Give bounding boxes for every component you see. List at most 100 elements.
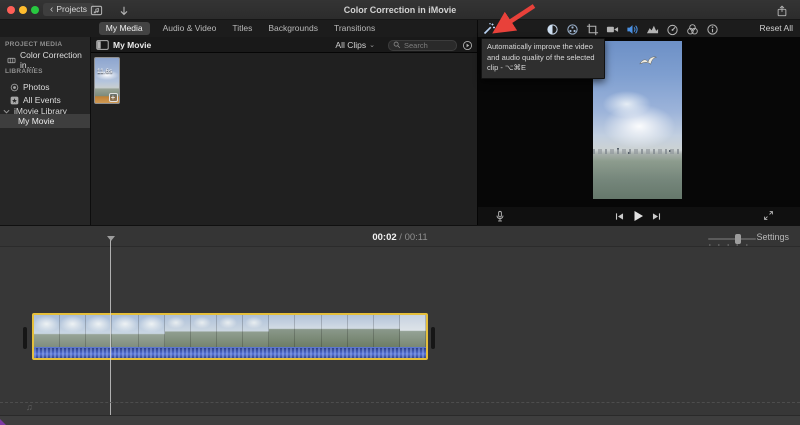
- filmstrip-frame: [373, 315, 400, 347]
- sidebar-item-project[interactable]: Color Correction in…: [7, 50, 90, 70]
- sidebar-item-my-movie[interactable]: My Movie: [0, 114, 90, 128]
- tab-transitions[interactable]: Transitions: [331, 22, 378, 35]
- time-display: 00:02 / 00:11: [0, 232, 800, 243]
- adjust-icons-group: [545, 22, 719, 36]
- clip-duration-badge: 11.6s: [97, 68, 113, 75]
- next-frame-button[interactable]: [651, 211, 662, 222]
- color-correction-icon[interactable]: [565, 22, 579, 36]
- filmstrip-frame: [321, 315, 348, 347]
- timeline-toolbar: 00:02 / 00:11 Settings: [0, 225, 800, 247]
- imovie-window: ‹ Projects Color Correction in iMovie My…: [0, 0, 800, 425]
- adjust-toolbar: Reset All: [477, 20, 800, 37]
- media-browser-panel: My Movie All Clips ⌄ 11.6s +: [91, 37, 477, 225]
- close-window-button[interactable]: [7, 6, 15, 14]
- media-tab-bar: My Media Audio & Video Titles Background…: [0, 20, 477, 37]
- tab-titles[interactable]: Titles: [229, 22, 255, 35]
- reset-all-button[interactable]: Reset All: [759, 23, 793, 33]
- slider-thumb[interactable]: [735, 234, 741, 244]
- enhance-tooltip: Automatically improve the video and audi…: [481, 38, 605, 79]
- photos-icon: [10, 83, 19, 92]
- slider-track[interactable]: [708, 238, 756, 240]
- search-icon: [393, 41, 401, 49]
- previous-frame-button[interactable]: [614, 211, 625, 222]
- back-chevron-icon: ‹: [50, 4, 54, 15]
- transport-controls: [612, 209, 664, 223]
- noise-reduction-icon[interactable]: [645, 22, 659, 36]
- filmstrip-frame: [112, 315, 139, 347]
- filmstrip-frame: [399, 315, 426, 347]
- share-icon[interactable]: [775, 4, 788, 17]
- import-arrow-icon[interactable]: [117, 4, 130, 17]
- sidebar-item-my-movie-label: My Movie: [18, 116, 55, 126]
- enhance-wand-icon[interactable]: [482, 22, 496, 36]
- all-clips-dropdown[interactable]: All Clips ⌄: [335, 40, 375, 50]
- voiceover-mic-icon[interactable]: [493, 209, 507, 223]
- timeline-zoom-slider[interactable]: [708, 234, 756, 246]
- clip-filmstrip: [34, 315, 426, 347]
- color-balance-icon[interactable]: [545, 22, 559, 36]
- tab-backgrounds[interactable]: Backgrounds: [265, 22, 321, 35]
- viewer-controls: [478, 207, 800, 225]
- fullscreen-icon[interactable]: [762, 209, 775, 222]
- all-clips-label: All Clips: [335, 40, 367, 50]
- fullscreen-window-button[interactable]: [31, 6, 39, 14]
- crop-icon[interactable]: [585, 22, 599, 36]
- filmstrip-frame: [347, 315, 374, 347]
- speed-icon[interactable]: [665, 22, 679, 36]
- browser-options-icon[interactable]: [462, 40, 473, 51]
- browser-clip-thumbnail[interactable]: 11.6s +: [94, 57, 120, 104]
- seagull-image: [639, 55, 659, 67]
- info-icon[interactable]: [705, 22, 719, 36]
- search-field: [388, 39, 457, 51]
- sidebar-item-photos-label: Photos: [23, 82, 50, 92]
- filmstrip-frame: [138, 315, 165, 347]
- filmstrip-frame: [86, 315, 113, 347]
- add-to-timeline-button[interactable]: +: [108, 92, 118, 102]
- playhead-marker-icon[interactable]: [107, 236, 115, 241]
- video-preview: [593, 41, 682, 199]
- stabilization-icon[interactable]: [605, 22, 619, 36]
- volume-icon[interactable]: [625, 22, 639, 36]
- time-separator: /: [399, 232, 402, 243]
- search-input[interactable]: [404, 40, 452, 50]
- corner-artifact: [0, 419, 6, 425]
- sidebar-item-all-events-label: All Events: [23, 95, 61, 105]
- clip-filter-icon[interactable]: [685, 22, 699, 36]
- trim-handle-left[interactable]: [23, 327, 27, 349]
- window-bottom-edge: [0, 415, 800, 425]
- filmstrip-frame: [34, 315, 61, 347]
- star-square-icon: [10, 96, 19, 105]
- filmstrip-frame: [190, 315, 217, 347]
- playhead[interactable]: [110, 237, 111, 415]
- project-media-header: PROJECT MEDIA: [5, 41, 63, 48]
- back-to-projects-button[interactable]: ‹ Projects: [43, 3, 95, 16]
- play-button[interactable]: [631, 209, 645, 223]
- tab-audio-video[interactable]: Audio & Video: [160, 22, 220, 35]
- trim-handle-right[interactable]: [431, 327, 435, 349]
- clip-audio-waveform: [34, 347, 426, 358]
- filmstrip-frame: [216, 315, 244, 347]
- media-browser-icon[interactable]: [90, 4, 103, 17]
- timeline-clip-selected[interactable]: [32, 313, 428, 360]
- libraries-header: LIBRARIES: [5, 68, 43, 75]
- current-time: 00:02: [372, 232, 397, 243]
- filmstrip-frame: [60, 315, 87, 347]
- sidebar-item-project-label: Color Correction in…: [20, 50, 82, 70]
- city-skyline: [593, 149, 682, 155]
- sidebar-item-photos[interactable]: Photos: [10, 81, 49, 93]
- sidebar-toggle-icon[interactable]: [96, 40, 109, 50]
- tab-my-media[interactable]: My Media: [98, 22, 150, 35]
- music-note-icon: ♫: [26, 402, 33, 412]
- chevron-down-icon: ⌄: [369, 42, 375, 49]
- audio-lane-divider: [0, 402, 800, 403]
- minimize-window-button[interactable]: [19, 6, 27, 14]
- filmstrip-frame: [164, 315, 191, 347]
- libraries-sidebar: PROJECT MEDIA Color Correction in… LIBRA…: [0, 37, 90, 225]
- filmstrip-frame: [295, 315, 322, 347]
- total-time: 00:11: [404, 232, 428, 243]
- slider-ticks: [709, 244, 755, 246]
- filmstrip-frame: [243, 315, 270, 347]
- settings-button[interactable]: Settings: [756, 232, 789, 242]
- filmstrip-frame: [269, 315, 296, 347]
- titlebar: ‹ Projects Color Correction in iMovie: [0, 0, 800, 20]
